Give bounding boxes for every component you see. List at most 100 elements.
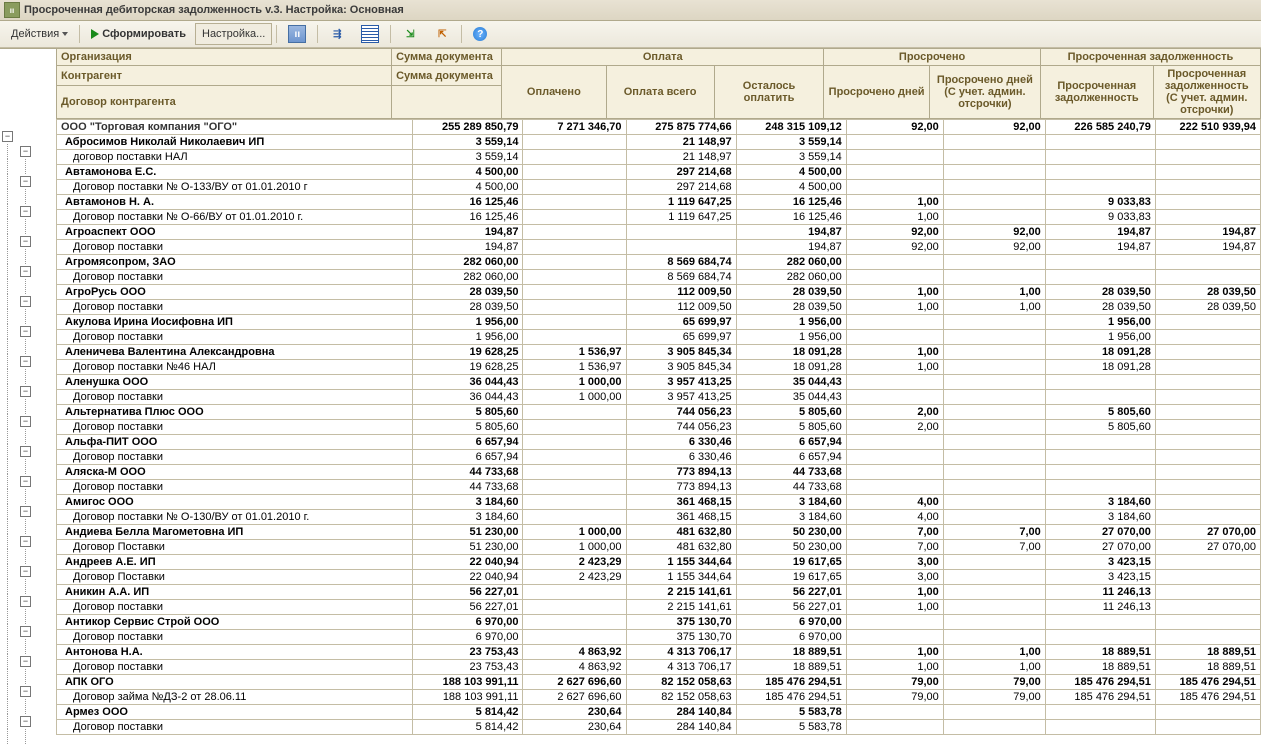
bar-chart-icon: ıı: [288, 25, 306, 43]
table-row[interactable]: Антикор Сервис Строй ООО6 970,00375 130,…: [57, 615, 1261, 630]
export-icon: ⇲: [402, 26, 418, 42]
actions-menu[interactable]: Действия: [4, 23, 75, 45]
cell-name: Договор поставки № О-133/ВУ от 01.01.201…: [57, 180, 413, 195]
window-title: Просроченная дебиторская задолженность v…: [24, 4, 404, 16]
cell-name: Аникин А.А. ИП: [57, 585, 413, 600]
table-row[interactable]: Договор поставки5 814,42230,64284 140,84…: [57, 720, 1261, 735]
table-row[interactable]: Договор поставки № О-130/ВУ от 01.01.201…: [57, 510, 1261, 525]
expand-toggle[interactable]: −: [20, 176, 31, 187]
table-row[interactable]: ООО "Торговая компания "ОГО"255 289 850,…: [57, 120, 1261, 135]
table-row[interactable]: АПК ОГО188 103 991,112 627 696,6082 152 …: [57, 675, 1261, 690]
table-row[interactable]: Договор поставки6 657,946 330,466 657,94: [57, 450, 1261, 465]
grid-pane: Организация Сумма документа Оплата Проср…: [56, 48, 1261, 744]
expand-toggle[interactable]: −: [20, 416, 31, 427]
expand-toggle[interactable]: −: [20, 206, 31, 217]
form-label: Сформировать: [102, 28, 186, 40]
table-row[interactable]: Договор займа №ДЗ-2 от 28.06.11188 103 9…: [57, 690, 1261, 705]
expand-toggle[interactable]: −: [20, 236, 31, 247]
table-row[interactable]: Аникин А.А. ИП56 227,012 215 141,6156 22…: [57, 585, 1261, 600]
table-row[interactable]: Договор поставки282 060,008 569 684,7428…: [57, 270, 1261, 285]
table-row[interactable]: Договор поставки №46 НАЛ19 628,251 536,9…: [57, 360, 1261, 375]
table-row[interactable]: Договор поставки1 956,0065 699,971 956,0…: [57, 330, 1261, 345]
expand-toggle[interactable]: −: [20, 476, 31, 487]
expand-toggle[interactable]: −: [20, 536, 31, 547]
expand-toggle[interactable]: −: [20, 626, 31, 637]
cell-name: АПК ОГО: [57, 675, 413, 690]
table-row[interactable]: Автамонов Н. А.16 125,461 119 647,2516 1…: [57, 195, 1261, 210]
table-row[interactable]: Договор поставки56 227,012 215 141,6156 …: [57, 600, 1261, 615]
expand-toggle[interactable]: −: [20, 386, 31, 397]
table-row[interactable]: Договор поставки5 805,60744 056,235 805,…: [57, 420, 1261, 435]
table-row[interactable]: Договор поставки23 753,434 863,924 313 7…: [57, 660, 1261, 675]
tree-pane: − − − − − − − − − − − − − − − − − − − − −: [0, 48, 56, 744]
cell-name: Антонова Н.А.: [57, 645, 413, 660]
hdr-contract: Договор контрагента: [57, 86, 392, 119]
table-row[interactable]: Договор Поставки22 040,942 423,291 155 3…: [57, 570, 1261, 585]
expand-toggle[interactable]: −: [20, 596, 31, 607]
table-row[interactable]: Абросимов Николай Николаевич ИП3 559,142…: [57, 135, 1261, 150]
expand-toggle[interactable]: −: [20, 326, 31, 337]
expand-toggle[interactable]: −: [20, 146, 31, 157]
table-row[interactable]: Автамонова Е.С.4 500,00297 214,684 500,0…: [57, 165, 1261, 180]
table-row[interactable]: Агромясопром, ЗАО282 060,008 569 684,742…: [57, 255, 1261, 270]
table-row[interactable]: Договор поставки28 039,50112 009,5028 03…: [57, 300, 1261, 315]
table-row[interactable]: Договор поставки194,87194,8792,0092,0019…: [57, 240, 1261, 255]
help-icon: ?: [473, 27, 487, 41]
table-row[interactable]: АгроРусь ООО28 039,50112 009,5028 039,50…: [57, 285, 1261, 300]
table-row[interactable]: Аленичева Валентина Александровна19 628,…: [57, 345, 1261, 360]
expand-toggle[interactable]: −: [20, 566, 31, 577]
settings-button[interactable]: Настройка...: [195, 23, 272, 45]
hdr-paid-total: Оплата всего: [606, 66, 714, 119]
table-row[interactable]: Амигос ООО3 184,60361 468,153 184,604,00…: [57, 495, 1261, 510]
cell-name: Договор поставки: [57, 270, 413, 285]
table-row[interactable]: Аляска-М ООО44 733,68773 894,1344 733,68: [57, 465, 1261, 480]
cell-name: ООО "Торговая компания "ОГО": [57, 120, 413, 135]
cell-name: Договор поставки: [57, 630, 413, 645]
table-row[interactable]: Договор поставки44 733,68773 894,1344 73…: [57, 480, 1261, 495]
expand-toggle[interactable]: −: [20, 446, 31, 457]
table-row[interactable]: Акулова Ирина Иосифовна ИП1 956,0065 699…: [57, 315, 1261, 330]
tool-import-button[interactable]: ⇱: [427, 23, 457, 45]
tool-structure-button[interactable]: ⇶: [322, 23, 352, 45]
hdr-overdue-days: Просрочено дней: [824, 66, 930, 119]
table-row[interactable]: Андреев А.Е. ИП22 040,942 423,291 155 34…: [57, 555, 1261, 570]
table-row[interactable]: Альфа-ПИТ ООО6 657,946 330,466 657,94: [57, 435, 1261, 450]
table-row[interactable]: Договор поставки6 970,00375 130,706 970,…: [57, 630, 1261, 645]
data-table: ООО "Торговая компания "ОГО"255 289 850,…: [56, 119, 1261, 735]
cell-name: Договор поставки: [57, 480, 413, 495]
table-row[interactable]: Агроаспект ООО194,87194,8792,0092,00194,…: [57, 225, 1261, 240]
cell-name: Договор поставки: [57, 300, 413, 315]
expand-toggle[interactable]: −: [20, 686, 31, 697]
expand-toggle[interactable]: −: [20, 296, 31, 307]
tool-export-button[interactable]: ⇲: [395, 23, 425, 45]
cell-name: Альфа-ПИТ ООО: [57, 435, 413, 450]
expand-toggle[interactable]: −: [20, 356, 31, 367]
grid-icon: [361, 25, 379, 43]
hdr-paid: Оплачено: [502, 66, 606, 119]
table-row[interactable]: Договор Поставки51 230,001 000,00481 632…: [57, 540, 1261, 555]
hdr-overdue-debt: Просроченная задолженность: [1040, 49, 1260, 66]
chevron-down-icon: [62, 32, 68, 36]
expand-toggle[interactable]: −: [20, 716, 31, 727]
table-row[interactable]: Договор поставки № О-66/ВУ от 01.01.2010…: [57, 210, 1261, 225]
form-button[interactable]: Сформировать: [84, 23, 193, 45]
help-button[interactable]: ?: [466, 23, 494, 45]
expand-toggle[interactable]: −: [20, 266, 31, 277]
cell-name: Договор поставки: [57, 420, 413, 435]
table-row[interactable]: Андиева Белла Магометовна ИП51 230,001 0…: [57, 525, 1261, 540]
tool-chart-button[interactable]: ıı: [281, 23, 313, 45]
table-row[interactable]: договор поставки НАЛ3 559,1421 148,973 5…: [57, 150, 1261, 165]
hdr-overdue: Просрочено: [824, 49, 1041, 66]
table-row[interactable]: Договор поставки № О-133/ВУ от 01.01.201…: [57, 180, 1261, 195]
cell-name: Аленушка ООО: [57, 375, 413, 390]
expand-toggle[interactable]: −: [20, 506, 31, 517]
expand-toggle[interactable]: −: [20, 656, 31, 667]
table-row[interactable]: Аленушка ООО36 044,431 000,003 957 413,2…: [57, 375, 1261, 390]
expand-toggle[interactable]: −: [2, 131, 13, 142]
table-row[interactable]: Антонова Н.А.23 753,434 863,924 313 706,…: [57, 645, 1261, 660]
cell-name: Договор Поставки: [57, 570, 413, 585]
table-row[interactable]: Альтернатива Плюс ООО5 805,60744 056,235…: [57, 405, 1261, 420]
table-row[interactable]: Армез ООО5 814,42230,64284 140,845 583,7…: [57, 705, 1261, 720]
tool-grid-button[interactable]: [354, 23, 386, 45]
table-row[interactable]: Договор поставки36 044,431 000,003 957 4…: [57, 390, 1261, 405]
